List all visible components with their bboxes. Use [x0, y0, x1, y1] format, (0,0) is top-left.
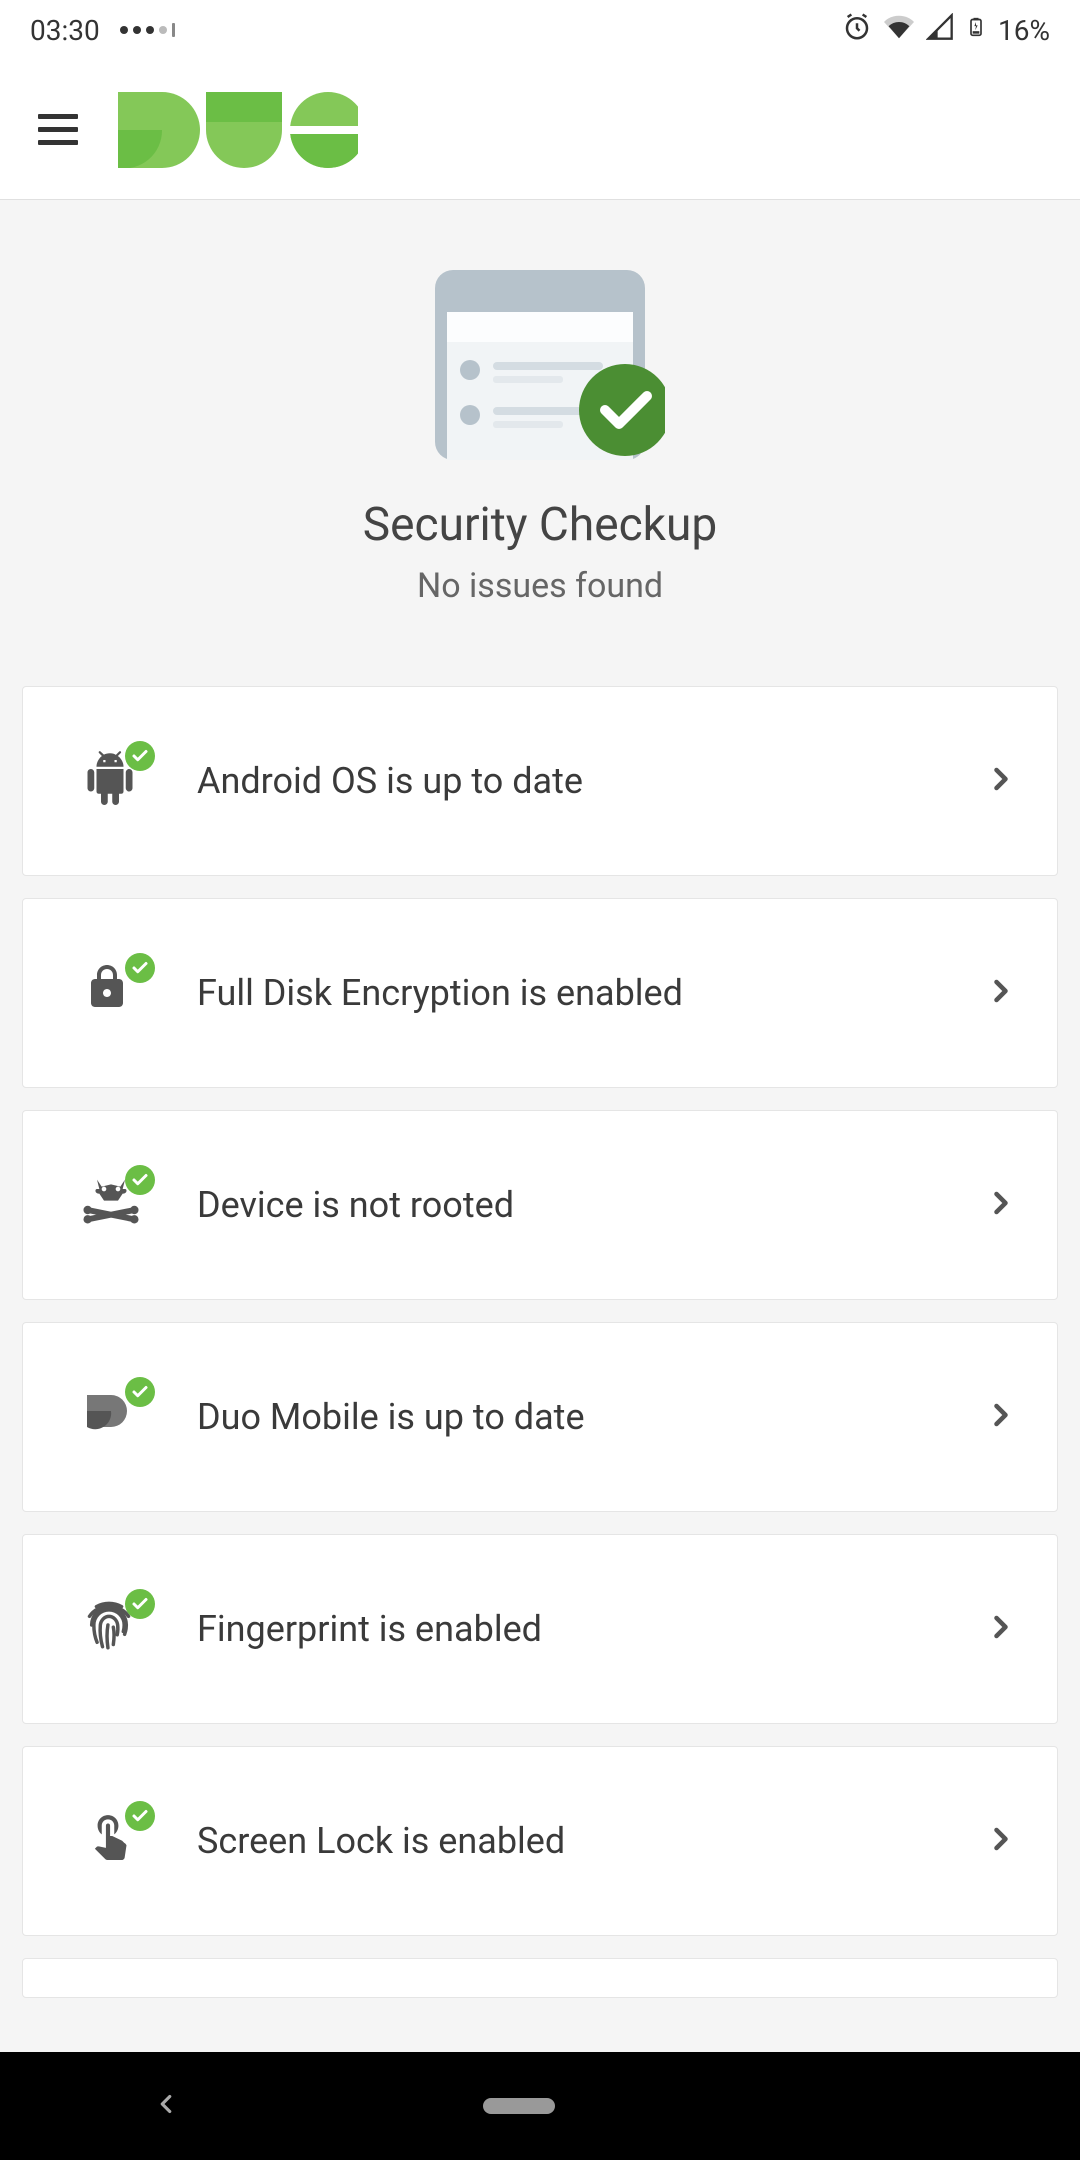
home-pill[interactable] [483, 2098, 555, 2114]
chevron-right-icon [983, 1821, 1019, 1861]
status-notification-dots [120, 23, 175, 37]
wifi-icon [884, 12, 914, 49]
status-time: 03:30 [30, 14, 100, 47]
check-list: Android OS is up to date Full Disk Encry… [0, 686, 1080, 1998]
app-bar [0, 60, 1080, 200]
check-ok-badge [125, 741, 155, 771]
back-button[interactable] [151, 2089, 181, 2123]
security-checkup-illustration [415, 270, 665, 460]
page-title: Security Checkup [0, 498, 1080, 552]
fingerprint-icon [83, 1636, 135, 1655]
check-full-disk-encryption[interactable]: Full Disk Encryption is enabled [22, 898, 1058, 1088]
check-fingerprint[interactable]: Fingerprint is enabled [22, 1534, 1058, 1724]
lock-icon [83, 996, 131, 1015]
chevron-right-icon [983, 1185, 1019, 1225]
system-nav-bar [0, 2052, 1080, 2160]
check-label: Screen Lock is enabled [197, 1820, 983, 1862]
check-duo-mobile[interactable]: Duo Mobile is up to date [22, 1322, 1058, 1512]
check-screen-lock[interactable]: Screen Lock is enabled [22, 1746, 1058, 1936]
hero: Security Checkup No issues found [0, 200, 1080, 686]
android-icon [83, 790, 137, 809]
check-item-partial[interactable] [22, 1958, 1058, 1998]
touch-icon [83, 1846, 133, 1865]
chevron-right-icon [983, 973, 1019, 1013]
check-ok-badge [125, 953, 155, 983]
alarm-icon [842, 12, 872, 49]
page-subtitle: No issues found [0, 566, 1080, 606]
status-bar: 03:30 16% [0, 0, 1080, 60]
battery-icon [966, 12, 986, 49]
check-ok-badge [125, 1801, 155, 1831]
check-android-os[interactable]: Android OS is up to date [22, 686, 1058, 876]
check-label: Duo Mobile is up to date [197, 1396, 983, 1438]
signal-icon [926, 13, 954, 48]
duo-shape-icon [83, 1420, 131, 1439]
check-label: Android OS is up to date [197, 760, 983, 802]
check-ok-badge [125, 1377, 155, 1407]
chevron-right-icon [983, 761, 1019, 801]
check-ok-badge [125, 1165, 155, 1195]
menu-button[interactable] [38, 114, 118, 145]
check-label: Device is not rooted [197, 1184, 983, 1226]
chevron-right-icon [983, 1609, 1019, 1649]
rooted-icon [83, 1216, 139, 1235]
check-ok-badge [125, 1589, 155, 1619]
check-label: Full Disk Encryption is enabled [197, 972, 983, 1014]
check-not-rooted[interactable]: Device is not rooted [22, 1110, 1058, 1300]
duo-logo [118, 92, 358, 168]
check-label: Fingerprint is enabled [197, 1608, 983, 1650]
content: Security Checkup No issues found Android… [0, 200, 1080, 2038]
chevron-right-icon [983, 1397, 1019, 1437]
status-battery-text: 16% [998, 14, 1050, 47]
